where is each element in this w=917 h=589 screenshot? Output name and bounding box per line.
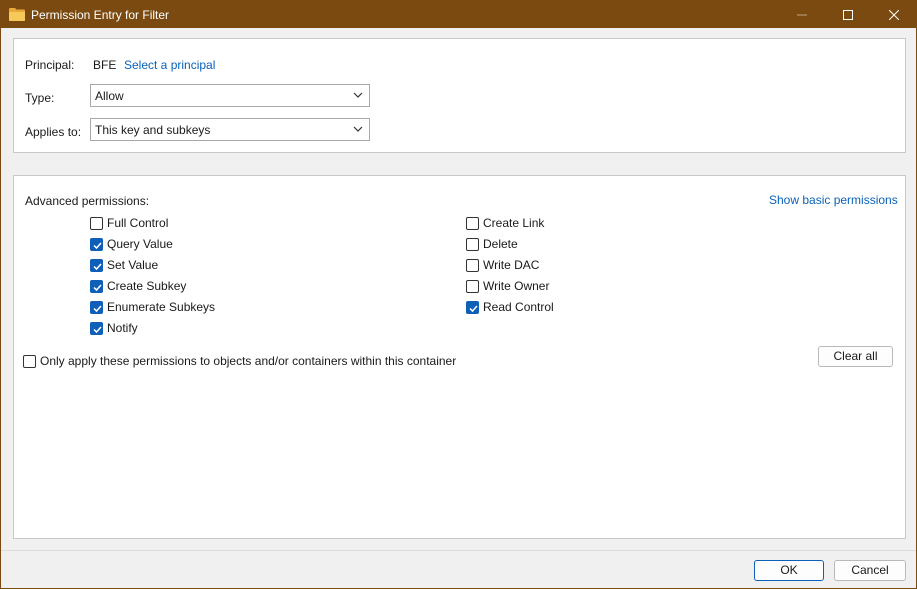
clear-all-button[interactable]: Clear all	[818, 346, 893, 367]
permission-create-subkey-checkbox[interactable]	[90, 279, 103, 293]
minimize-button[interactable]	[779, 1, 825, 28]
applies-to-select-value: This key and subkeys	[95, 123, 211, 137]
permissions-panel: Advanced permissions: Show basic permiss…	[13, 175, 906, 539]
close-button[interactable]	[871, 1, 917, 28]
principal-label: Principal:	[25, 58, 75, 72]
applies-to-label: Applies to:	[25, 125, 82, 139]
permission-notify-checkbox[interactable]	[90, 321, 103, 335]
chevron-down-icon	[353, 126, 363, 132]
maximize-icon	[843, 9, 853, 20]
permission-write-owner-checkbox[interactable]	[466, 279, 479, 293]
permission-create-link-checkbox[interactable]	[466, 216, 479, 230]
permission-create-subkey-row[interactable]: Create Subkey	[90, 278, 186, 294]
type-select[interactable]: Allow	[90, 84, 370, 107]
permission-write-dac-checkbox[interactable]	[466, 258, 479, 272]
cancel-button[interactable]: Cancel	[834, 560, 906, 581]
folder-icon	[9, 7, 25, 21]
permission-label: Notify	[107, 321, 138, 335]
permission-full-control-row[interactable]: Full Control	[90, 215, 168, 231]
close-icon	[889, 9, 899, 20]
permission-set-value-checkbox[interactable]	[90, 258, 103, 272]
permission-set-value-row[interactable]: Set Value	[90, 257, 158, 273]
permission-write-dac-row[interactable]: Write DAC	[466, 257, 539, 273]
permission-full-control-checkbox[interactable]	[90, 216, 103, 230]
only-apply-label: Only apply these permissions to objects …	[40, 354, 457, 368]
permission-label: Create Subkey	[107, 279, 187, 293]
permission-label: Create Link	[483, 216, 545, 230]
type-label: Type:	[25, 91, 55, 105]
advanced-permissions-heading: Advanced permissions:	[25, 194, 150, 208]
select-principal-link[interactable]: Select a principal	[124, 58, 215, 72]
maximize-button[interactable]	[825, 1, 871, 28]
permission-label: Full Control	[107, 216, 169, 230]
permission-query-value-checkbox[interactable]	[90, 237, 103, 251]
footer-divider	[1, 550, 916, 551]
applies-to-select[interactable]: This key and subkeys	[90, 118, 370, 141]
permission-read-control-checkbox[interactable]	[466, 300, 479, 314]
permission-enumerate-subkeys-checkbox[interactable]	[90, 300, 103, 314]
permission-create-link-row[interactable]: Create Link	[466, 215, 544, 231]
type-select-value: Allow	[95, 89, 124, 103]
permission-query-value-row[interactable]: Query Value	[90, 236, 173, 252]
permission-delete-row[interactable]: Delete	[466, 236, 518, 252]
ok-button[interactable]: OK	[754, 560, 824, 581]
permission-label: Delete	[483, 237, 518, 251]
window-title: Permission Entry for Filter	[31, 8, 170, 22]
permission-write-owner-row[interactable]: Write Owner	[466, 278, 549, 294]
permission-label: Set Value	[107, 258, 159, 272]
permission-entry-window: Permission Entry for Filter Principal: B…	[0, 0, 917, 589]
title-bar[interactable]: Permission Entry for Filter	[1, 1, 916, 28]
chevron-down-icon	[353, 92, 363, 98]
only-apply-checkbox[interactable]	[23, 354, 36, 368]
principal-panel: Principal: BFE Select a principal Type: …	[13, 38, 906, 153]
principal-value: BFE	[93, 58, 117, 72]
permission-label: Query Value	[107, 237, 173, 251]
permission-notify-row[interactable]: Notify	[90, 320, 138, 336]
only-apply-checkbox-row[interactable]: Only apply these permissions to objects …	[23, 353, 456, 369]
permission-read-control-row[interactable]: Read Control	[466, 299, 554, 315]
permission-label: Write DAC	[483, 258, 540, 272]
minimize-icon	[797, 14, 807, 15]
permission-label: Write Owner	[483, 279, 550, 293]
permission-label: Enumerate Subkeys	[107, 300, 216, 314]
permission-enumerate-subkeys-row[interactable]: Enumerate Subkeys	[90, 299, 215, 315]
permission-delete-checkbox[interactable]	[466, 237, 479, 251]
permission-label: Read Control	[483, 300, 554, 314]
show-basic-permissions-link[interactable]: Show basic permissions	[769, 193, 898, 207]
